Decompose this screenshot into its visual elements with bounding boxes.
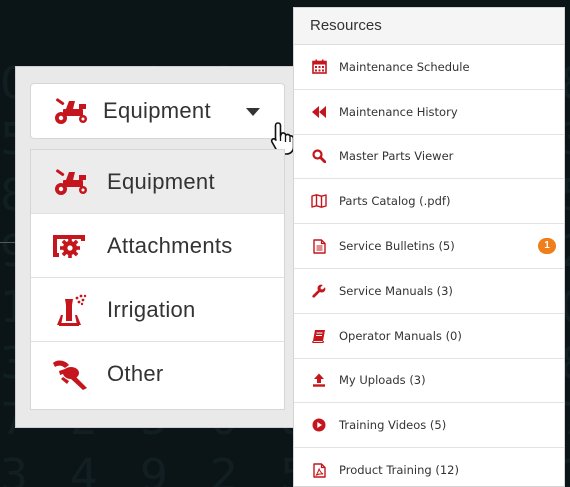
resource-service-bulletins[interactable]: Service Bulletins (5) 1 (294, 224, 564, 269)
attachment-icon (53, 234, 85, 258)
wrench-icon (311, 283, 327, 299)
search-icon (311, 148, 327, 164)
resource-label: Service Bulletins (5) (339, 239, 455, 254)
dropdown-item-attachments[interactable]: Attachments (31, 214, 284, 278)
resource-label: Operator Manuals (0) (339, 328, 462, 343)
map-icon (311, 193, 327, 209)
book-icon (311, 328, 327, 344)
mower-icon (55, 168, 87, 195)
resource-label: Service Manuals (3) (339, 283, 453, 298)
resource-parts-catalog[interactable]: Parts Catalog (.pdf) (294, 179, 564, 225)
resource-label: My Uploads (3) (339, 373, 426, 388)
dropdown-item-label: Attachments (107, 232, 233, 258)
resource-label: Maintenance Schedule (339, 59, 470, 74)
dropdown-item-label: Other (107, 361, 164, 386)
rewind-icon (311, 104, 327, 120)
dropdown-item-other[interactable]: Other (31, 342, 284, 406)
resource-label: Training Videos (5) (339, 418, 447, 433)
resource-my-uploads[interactable]: My Uploads (3) (294, 359, 564, 404)
dropdown-selected-label: Equipment (103, 98, 211, 123)
upload-icon (311, 372, 327, 388)
resources-panel: Resources Maintenance Schedule Maintenan… (293, 7, 565, 487)
dropdown-item-label: Equipment (107, 168, 215, 194)
resources-title: Resources (294, 8, 564, 45)
mower-icon (55, 98, 87, 124)
dropdown-item-irrigation[interactable]: Irrigation (31, 278, 284, 342)
resource-label: Product Training (12) (339, 463, 459, 478)
resource-label: Maintenance History (339, 104, 458, 119)
pdf-icon (311, 462, 327, 478)
resource-product-training[interactable]: Product Training (12) (294, 448, 564, 486)
document-icon (311, 238, 327, 254)
resource-service-manuals[interactable]: Service Manuals (3) (294, 269, 564, 314)
dropdown-item-equipment[interactable]: Equipment (31, 150, 284, 214)
resource-label: Parts Catalog (.pdf) (339, 194, 451, 209)
caret-down-icon[interactable] (246, 108, 260, 116)
notification-badge: 1 (538, 238, 556, 255)
category-dropdown-trigger[interactable]: Equipment (30, 83, 285, 139)
blower-icon (53, 360, 87, 390)
play-icon (311, 417, 327, 433)
category-dropdown-card: Equipment Equipment Attachments Irrigati… (15, 66, 298, 428)
resource-training-videos[interactable]: Training Videos (5) (294, 403, 564, 449)
dropdown-item-label: Irrigation (107, 296, 196, 322)
category-dropdown-menu: Equipment Attachments Irrigation Other (30, 149, 285, 410)
resource-master-parts-viewer[interactable]: Master Parts Viewer (294, 135, 564, 180)
resource-maintenance-schedule[interactable]: Maintenance Schedule (294, 45, 564, 90)
resource-maintenance-history[interactable]: Maintenance History (294, 90, 564, 135)
resource-operator-manuals[interactable]: Operator Manuals (0) (294, 314, 564, 359)
calendar-icon (311, 59, 327, 75)
resource-label: Master Parts Viewer (339, 149, 454, 164)
sprinkler-icon (57, 294, 87, 326)
